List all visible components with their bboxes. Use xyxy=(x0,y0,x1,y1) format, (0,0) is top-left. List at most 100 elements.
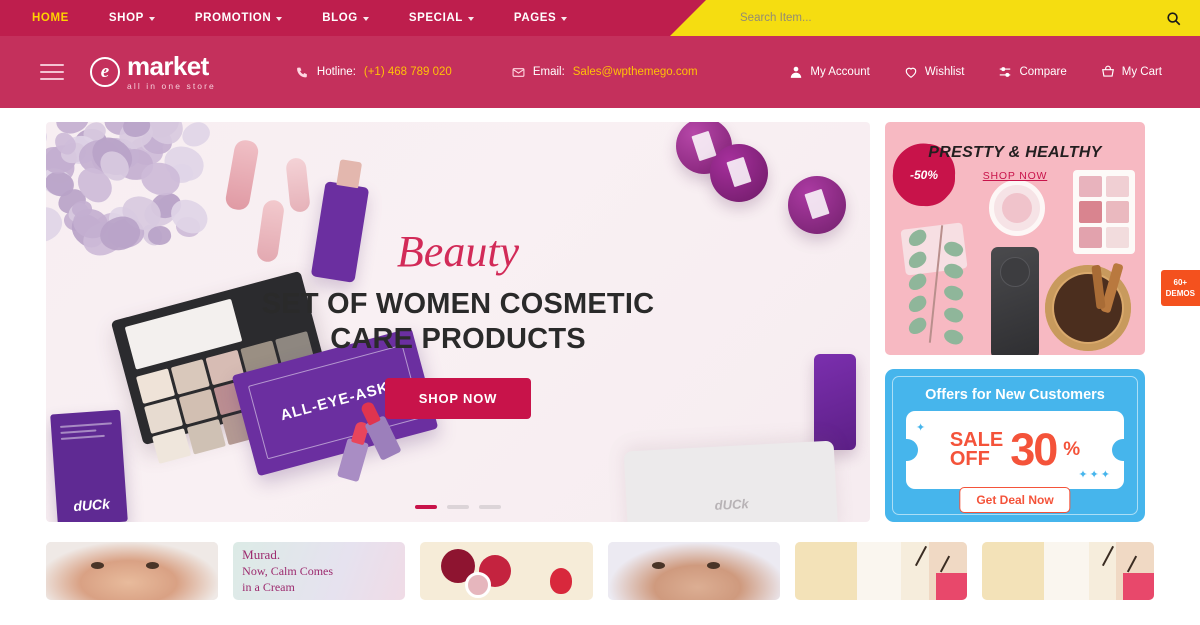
logo-name: market xyxy=(127,51,209,82)
logo-tagline: all in one store xyxy=(127,81,216,92)
header-action-my-account[interactable]: My Account xyxy=(789,65,870,79)
eucalyptus-leaf xyxy=(905,271,930,293)
cream-jar-decoration xyxy=(989,180,1045,236)
eucalyptus-leaf xyxy=(941,304,966,326)
slider-dot-2[interactable] xyxy=(447,505,469,509)
site-logo[interactable]: e market all in one store xyxy=(90,53,216,91)
product-tile-brand: Murad. xyxy=(242,547,281,562)
nav-item-promotion[interactable]: PROMOTION xyxy=(195,0,304,36)
nav-item-label: BLOG xyxy=(322,12,358,24)
nav-item-home[interactable]: HOME xyxy=(32,0,91,36)
nav-item-blog[interactable]: BLOG xyxy=(322,0,391,36)
header-action-label: My Account xyxy=(810,66,870,78)
product-strip: Murad. Now, Calm Comes in a Cream xyxy=(0,522,1200,600)
nav-item-label: HOME xyxy=(32,12,69,24)
hotline: Hotline: (+1) 468 789 020 xyxy=(296,66,452,79)
eucalyptus-leaf xyxy=(905,249,930,271)
cosmetic-bag-decoration: dUCk xyxy=(623,440,839,522)
product-tile[interactable] xyxy=(420,542,593,600)
product-tile-image xyxy=(420,542,592,600)
nav-item-label: SPECIAL xyxy=(408,12,463,24)
hotline-label: Hotline: xyxy=(316,66,356,78)
sparkle-icon: ✦✦✦ xyxy=(1078,469,1112,481)
chevron-down-icon xyxy=(362,16,369,21)
eyeshadow-pan xyxy=(186,418,226,455)
header-action-label: My Cart xyxy=(1121,66,1162,78)
email-label: Email: xyxy=(532,66,565,78)
lipgloss-decoration xyxy=(285,157,311,213)
header-action-compare[interactable]: Compare xyxy=(998,65,1067,79)
header-action-label: Wishlist xyxy=(924,66,965,78)
chevron-down-icon xyxy=(561,16,568,21)
header-user-actions: My Account Wishlist Compare My Cart xyxy=(789,65,1162,79)
product-tile[interactable] xyxy=(794,542,967,600)
search-bar xyxy=(670,0,1200,36)
blush-palette-decoration xyxy=(1073,170,1135,254)
product-tile[interactable]: Murad. Now, Calm Comes in a Cream xyxy=(233,542,406,600)
site-header: e market all in one store Hotline: (+1) … xyxy=(0,36,1200,108)
eucalyptus-leaf xyxy=(905,293,930,315)
product-tile-image xyxy=(46,542,219,600)
search-icon xyxy=(1166,11,1180,25)
chevron-down-icon xyxy=(276,16,283,21)
hero-headline-line1: SET OF WOMEN COSMETIC xyxy=(261,288,655,320)
eucalyptus-leaf xyxy=(941,260,966,282)
slider-dot-3[interactable] xyxy=(479,505,501,509)
product-tile[interactable] xyxy=(981,542,1155,600)
sale-line-2: OFF xyxy=(949,448,990,470)
heart-icon xyxy=(904,65,918,79)
phone-decoration xyxy=(991,247,1039,355)
hero-shop-now-button[interactable]: SHOP NOW xyxy=(384,377,532,419)
promo-column: -50% PRESTTY & HEALTHY SHOP NOW Offers f… xyxy=(885,122,1145,522)
hotline-value[interactable]: (+1) 468 789 020 xyxy=(364,66,452,78)
lipgloss-decoration xyxy=(224,138,260,212)
promo-blue-ticket: ✦ ✦✦✦ SALE OFF 30 % xyxy=(906,411,1124,489)
hero-headline: SET OF WOMEN COSMETIC CARE PRODUCTS xyxy=(46,287,870,357)
promo-banner-pretty-healthy[interactable]: -50% PRESTTY & HEALTHY SHOP NOW xyxy=(885,122,1145,355)
sale-amount: 30 xyxy=(1010,423,1058,475)
search-input[interactable] xyxy=(740,12,1146,24)
cart-icon xyxy=(1101,65,1115,79)
main-content: ALL-EYE-ASK dUCk dUCk Beauty SET OF WOME… xyxy=(0,108,1200,522)
promo-banner-new-customers[interactable]: Offers for New Customers ✦ ✦✦✦ SALE OFF … xyxy=(885,369,1145,522)
eucalyptus-decoration xyxy=(905,225,971,348)
header-action-label: Compare xyxy=(1019,66,1067,78)
header-action-wishlist[interactable]: Wishlist xyxy=(904,65,965,79)
header-contacts: Hotline: (+1) 468 789 020 Email: Sales@w… xyxy=(296,66,698,79)
product-tile-image xyxy=(981,542,1155,600)
promo-pink-shop-now-link[interactable]: SHOP NOW xyxy=(885,170,1145,182)
main-menu: HOME SHOP PROMOTION BLOG SPECIAL PAGES xyxy=(0,0,607,36)
get-deal-button[interactable]: Get Deal Now xyxy=(959,487,1071,513)
compare-icon xyxy=(998,65,1012,79)
hero-script-text: Beauty xyxy=(396,227,520,276)
slider-dot-1[interactable] xyxy=(415,505,437,509)
nav-item-shop[interactable]: SHOP xyxy=(109,0,177,36)
demos-tab[interactable]: 60+ DEMOS xyxy=(1160,270,1200,307)
promo-blue-header: Offers for New Customers xyxy=(925,387,1105,403)
email-value[interactable]: Sales@wpthemego.com xyxy=(573,66,698,78)
demos-label: DEMOS xyxy=(1165,289,1195,299)
eucalyptus-leaf xyxy=(905,315,930,337)
product-tile-text: Murad. Now, Calm Comes in a Cream xyxy=(242,547,399,595)
hero-copy: Beauty SET OF WOMEN COSMETIC CARE PRODUC… xyxy=(46,230,870,419)
product-tile-line1: Now, Calm Comes xyxy=(242,564,334,578)
product-tile-image xyxy=(794,542,967,600)
compact-decoration xyxy=(788,176,846,234)
logo-mark-icon: e xyxy=(90,57,120,87)
phone-icon xyxy=(296,66,309,79)
product-tile[interactable] xyxy=(607,542,780,600)
eucalyptus-stem xyxy=(928,225,944,343)
product-tile-image xyxy=(607,542,780,600)
chevron-down-icon xyxy=(467,16,474,21)
product-tile-line2: in a Cream xyxy=(242,579,295,594)
nav-item-pages[interactable]: PAGES xyxy=(514,0,589,36)
search-button[interactable] xyxy=(1146,0,1200,36)
hero-headline-line2: CARE PRODUCTS xyxy=(330,322,586,355)
nav-item-label: PAGES xyxy=(513,12,557,24)
product-tile[interactable] xyxy=(46,542,219,600)
sale-percent-sign: % xyxy=(1063,439,1081,460)
hero-slider[interactable]: ALL-EYE-ASK dUCk dUCk Beauty SET OF WOME… xyxy=(46,122,870,522)
hamburger-icon[interactable] xyxy=(40,64,64,80)
header-action-my-cart[interactable]: My Cart xyxy=(1101,65,1162,79)
nav-item-special[interactable]: SPECIAL xyxy=(409,0,496,36)
